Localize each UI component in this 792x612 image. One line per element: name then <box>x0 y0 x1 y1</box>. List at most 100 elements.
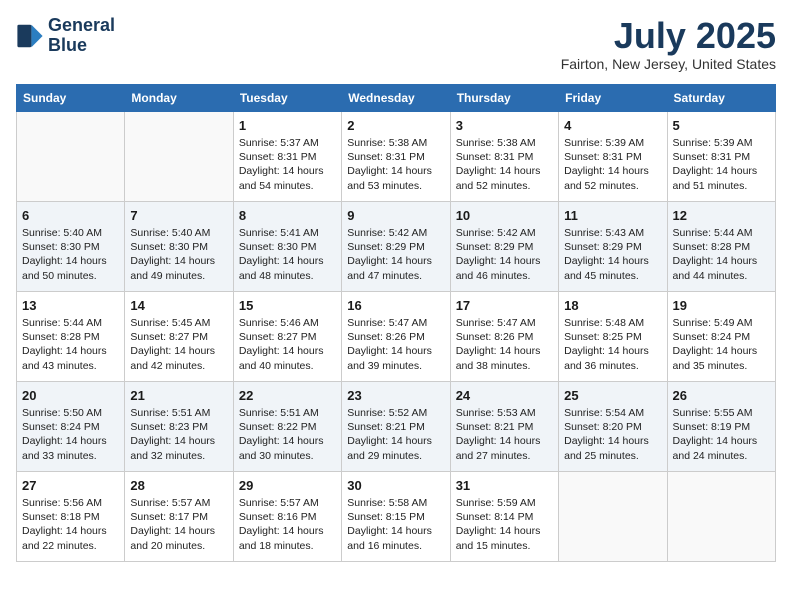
day-cell: 26Sunrise: 5:55 AMSunset: 8:19 PMDayligh… <box>667 381 775 471</box>
day-info: Sunrise: 5:56 AMSunset: 8:18 PMDaylight:… <box>22 496 119 553</box>
day-number: 12 <box>673 207 770 225</box>
day-info: Sunrise: 5:57 AMSunset: 8:17 PMDaylight:… <box>130 496 227 553</box>
day-info: Sunrise: 5:58 AMSunset: 8:15 PMDaylight:… <box>347 496 444 553</box>
day-cell: 9Sunrise: 5:42 AMSunset: 8:29 PMDaylight… <box>342 201 450 291</box>
logo-line2: Blue <box>48 36 115 56</box>
day-info: Sunrise: 5:39 AMSunset: 8:31 PMDaylight:… <box>564 136 661 193</box>
day-cell: 27Sunrise: 5:56 AMSunset: 8:18 PMDayligh… <box>17 471 125 561</box>
day-info: Sunrise: 5:55 AMSunset: 8:19 PMDaylight:… <box>673 406 770 463</box>
day-number: 22 <box>239 387 336 405</box>
day-number: 6 <box>22 207 119 225</box>
day-cell: 21Sunrise: 5:51 AMSunset: 8:23 PMDayligh… <box>125 381 233 471</box>
day-info: Sunrise: 5:45 AMSunset: 8:27 PMDaylight:… <box>130 316 227 373</box>
day-info: Sunrise: 5:38 AMSunset: 8:31 PMDaylight:… <box>347 136 444 193</box>
day-number: 15 <box>239 297 336 315</box>
day-cell: 23Sunrise: 5:52 AMSunset: 8:21 PMDayligh… <box>342 381 450 471</box>
day-info: Sunrise: 5:54 AMSunset: 8:20 PMDaylight:… <box>564 406 661 463</box>
calendar-table: Sunday Monday Tuesday Wednesday Thursday… <box>16 84 776 562</box>
week-row-3: 13Sunrise: 5:44 AMSunset: 8:28 PMDayligh… <box>17 291 776 381</box>
day-number: 14 <box>130 297 227 315</box>
weekday-row: Sunday Monday Tuesday Wednesday Thursday… <box>17 84 776 111</box>
day-number: 20 <box>22 387 119 405</box>
day-number: 19 <box>673 297 770 315</box>
day-cell: 15Sunrise: 5:46 AMSunset: 8:27 PMDayligh… <box>233 291 341 381</box>
day-info: Sunrise: 5:40 AMSunset: 8:30 PMDaylight:… <box>130 226 227 283</box>
day-info: Sunrise: 5:47 AMSunset: 8:26 PMDaylight:… <box>456 316 553 373</box>
week-row-1: 1Sunrise: 5:37 AMSunset: 8:31 PMDaylight… <box>17 111 776 201</box>
day-number: 18 <box>564 297 661 315</box>
day-cell <box>125 111 233 201</box>
day-cell: 25Sunrise: 5:54 AMSunset: 8:20 PMDayligh… <box>559 381 667 471</box>
day-number: 11 <box>564 207 661 225</box>
page-header: General Blue July 2025 Fairton, New Jers… <box>16 16 776 72</box>
day-number: 28 <box>130 477 227 495</box>
day-cell <box>17 111 125 201</box>
day-cell: 17Sunrise: 5:47 AMSunset: 8:26 PMDayligh… <box>450 291 558 381</box>
day-cell: 31Sunrise: 5:59 AMSunset: 8:14 PMDayligh… <box>450 471 558 561</box>
logo: General Blue <box>16 16 115 56</box>
day-info: Sunrise: 5:46 AMSunset: 8:27 PMDaylight:… <box>239 316 336 373</box>
day-info: Sunrise: 5:44 AMSunset: 8:28 PMDaylight:… <box>673 226 770 283</box>
day-number: 27 <box>22 477 119 495</box>
day-number: 10 <box>456 207 553 225</box>
month-title: July 2025 <box>561 16 776 56</box>
day-cell: 22Sunrise: 5:51 AMSunset: 8:22 PMDayligh… <box>233 381 341 471</box>
day-cell <box>667 471 775 561</box>
day-cell: 8Sunrise: 5:41 AMSunset: 8:30 PMDaylight… <box>233 201 341 291</box>
day-cell: 28Sunrise: 5:57 AMSunset: 8:17 PMDayligh… <box>125 471 233 561</box>
day-number: 3 <box>456 117 553 135</box>
day-number: 8 <box>239 207 336 225</box>
day-cell: 12Sunrise: 5:44 AMSunset: 8:28 PMDayligh… <box>667 201 775 291</box>
day-cell: 14Sunrise: 5:45 AMSunset: 8:27 PMDayligh… <box>125 291 233 381</box>
day-cell: 10Sunrise: 5:42 AMSunset: 8:29 PMDayligh… <box>450 201 558 291</box>
col-sunday: Sunday <box>17 84 125 111</box>
day-cell: 1Sunrise: 5:37 AMSunset: 8:31 PMDaylight… <box>233 111 341 201</box>
day-number: 1 <box>239 117 336 135</box>
col-wednesday: Wednesday <box>342 84 450 111</box>
day-cell: 4Sunrise: 5:39 AMSunset: 8:31 PMDaylight… <box>559 111 667 201</box>
day-info: Sunrise: 5:52 AMSunset: 8:21 PMDaylight:… <box>347 406 444 463</box>
day-number: 13 <box>22 297 119 315</box>
day-number: 5 <box>673 117 770 135</box>
day-cell: 13Sunrise: 5:44 AMSunset: 8:28 PMDayligh… <box>17 291 125 381</box>
day-info: Sunrise: 5:39 AMSunset: 8:31 PMDaylight:… <box>673 136 770 193</box>
day-number: 24 <box>456 387 553 405</box>
day-cell: 16Sunrise: 5:47 AMSunset: 8:26 PMDayligh… <box>342 291 450 381</box>
day-info: Sunrise: 5:57 AMSunset: 8:16 PMDaylight:… <box>239 496 336 553</box>
day-number: 7 <box>130 207 227 225</box>
location: Fairton, New Jersey, United States <box>561 56 776 72</box>
day-info: Sunrise: 5:41 AMSunset: 8:30 PMDaylight:… <box>239 226 336 283</box>
day-number: 4 <box>564 117 661 135</box>
day-info: Sunrise: 5:40 AMSunset: 8:30 PMDaylight:… <box>22 226 119 283</box>
day-cell: 19Sunrise: 5:49 AMSunset: 8:24 PMDayligh… <box>667 291 775 381</box>
col-thursday: Thursday <box>450 84 558 111</box>
day-cell: 5Sunrise: 5:39 AMSunset: 8:31 PMDaylight… <box>667 111 775 201</box>
day-cell: 2Sunrise: 5:38 AMSunset: 8:31 PMDaylight… <box>342 111 450 201</box>
day-number: 31 <box>456 477 553 495</box>
day-info: Sunrise: 5:37 AMSunset: 8:31 PMDaylight:… <box>239 136 336 193</box>
day-cell: 11Sunrise: 5:43 AMSunset: 8:29 PMDayligh… <box>559 201 667 291</box>
logo-icon <box>16 22 44 50</box>
day-cell: 7Sunrise: 5:40 AMSunset: 8:30 PMDaylight… <box>125 201 233 291</box>
day-number: 2 <box>347 117 444 135</box>
day-info: Sunrise: 5:49 AMSunset: 8:24 PMDaylight:… <box>673 316 770 373</box>
week-row-5: 27Sunrise: 5:56 AMSunset: 8:18 PMDayligh… <box>17 471 776 561</box>
day-number: 25 <box>564 387 661 405</box>
day-cell: 24Sunrise: 5:53 AMSunset: 8:21 PMDayligh… <box>450 381 558 471</box>
day-number: 17 <box>456 297 553 315</box>
day-info: Sunrise: 5:50 AMSunset: 8:24 PMDaylight:… <box>22 406 119 463</box>
day-info: Sunrise: 5:51 AMSunset: 8:23 PMDaylight:… <box>130 406 227 463</box>
day-cell <box>559 471 667 561</box>
day-number: 16 <box>347 297 444 315</box>
day-number: 21 <box>130 387 227 405</box>
col-tuesday: Tuesday <box>233 84 341 111</box>
day-info: Sunrise: 5:42 AMSunset: 8:29 PMDaylight:… <box>347 226 444 283</box>
col-monday: Monday <box>125 84 233 111</box>
title-block: July 2025 Fairton, New Jersey, United St… <box>561 16 776 72</box>
day-number: 30 <box>347 477 444 495</box>
day-number: 9 <box>347 207 444 225</box>
day-cell: 30Sunrise: 5:58 AMSunset: 8:15 PMDayligh… <box>342 471 450 561</box>
day-info: Sunrise: 5:38 AMSunset: 8:31 PMDaylight:… <box>456 136 553 193</box>
calendar-body: 1Sunrise: 5:37 AMSunset: 8:31 PMDaylight… <box>17 111 776 561</box>
col-friday: Friday <box>559 84 667 111</box>
